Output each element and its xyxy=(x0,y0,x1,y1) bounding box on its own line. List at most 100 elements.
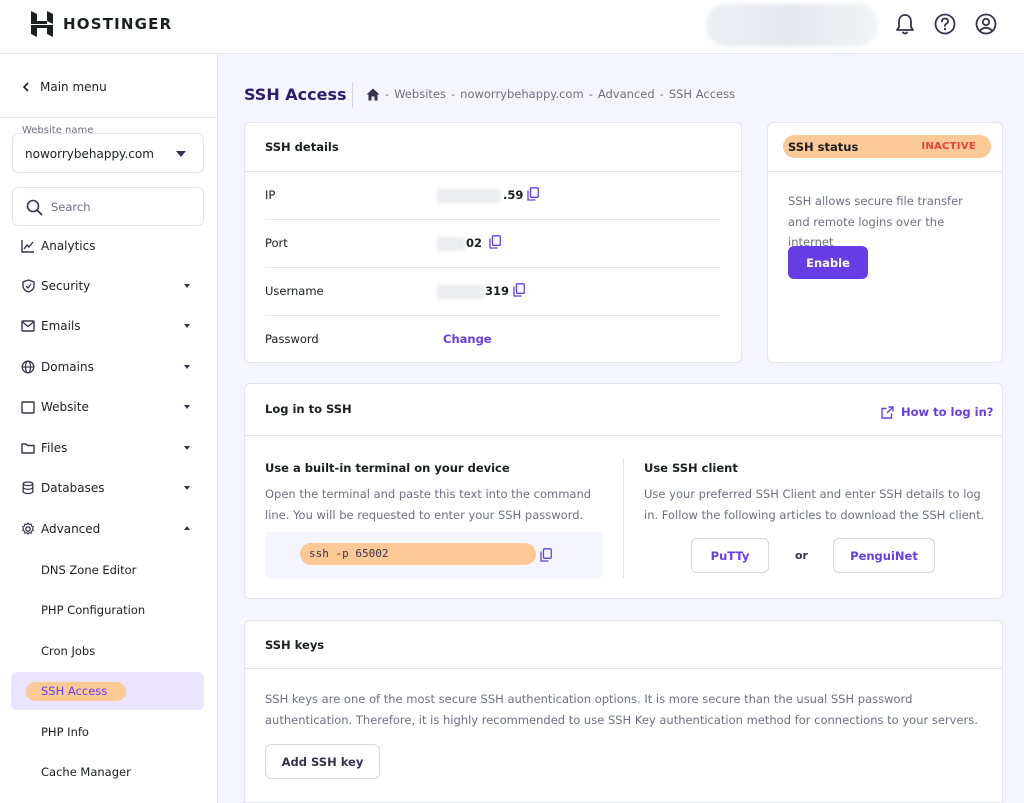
breadcrumb-item[interactable]: Websites xyxy=(394,87,446,101)
row-divider xyxy=(265,219,720,220)
breadcrumb-item-current: SSH Access xyxy=(668,87,736,101)
breadcrumb: - Websites - noworrybehappy.com - Advanc… xyxy=(366,87,735,101)
command-box: ssh -p 65002 xyxy=(265,532,603,578)
top-bar: HOSTINGER xyxy=(0,0,1024,54)
gear-icon xyxy=(21,522,35,536)
globe-icon xyxy=(21,360,35,374)
folder-icon xyxy=(21,441,35,455)
profile-icon[interactable] xyxy=(974,12,998,36)
username-redacted xyxy=(437,285,485,299)
terminal-description: Open the terminal and paste this text in… xyxy=(265,487,592,522)
website-select-value: noworrybehappy.com xyxy=(25,147,154,161)
search-icon xyxy=(26,199,43,216)
copy-icon[interactable] xyxy=(513,283,525,297)
port-label: Port xyxy=(265,236,288,250)
ssh-keys-title: SSH keys xyxy=(265,638,325,652)
search-box[interactable] xyxy=(12,187,204,226)
caret-down-icon xyxy=(184,486,190,490)
ssh-status-card: SSH status INACTIVE SSH allows secure fi… xyxy=(767,122,1003,363)
card-divider xyxy=(245,171,741,172)
sidebar-item-domains[interactable]: Domains xyxy=(11,348,204,386)
enable-button[interactable]: Enable xyxy=(788,246,868,279)
sidebar-subitem-label: SSH Access xyxy=(41,684,108,698)
bell-icon[interactable] xyxy=(893,12,917,36)
sidebar-item-label: Files xyxy=(41,441,68,455)
breadcrumb-separator: - xyxy=(588,87,593,101)
sidebar-subitem-ssh-access[interactable]: SSH Access xyxy=(11,672,204,710)
external-link-icon xyxy=(881,405,894,419)
username-label: Username xyxy=(265,284,324,298)
sidebar: Main menu Website name noworrybehappy.co… xyxy=(0,54,218,803)
page-title: SSH Access xyxy=(244,85,347,104)
ip-label: IP xyxy=(265,188,276,202)
search-input[interactable] xyxy=(51,198,191,216)
copy-icon[interactable] xyxy=(540,548,552,562)
ssh-client-description: Use your preferred SSH Client and enter … xyxy=(644,487,985,522)
penguinet-button[interactable]: PenguiNet xyxy=(833,538,935,573)
change-password-link[interactable]: Change xyxy=(443,332,492,346)
ssh-status-title: SSH status xyxy=(788,140,859,154)
login-ssh-card: Log in to SSH How to log in? Use a built… xyxy=(244,383,1003,599)
column-divider xyxy=(623,458,624,578)
copy-icon[interactable] xyxy=(527,187,539,201)
database-icon xyxy=(21,481,35,495)
website-select[interactable]: noworrybehappy.com xyxy=(12,133,204,173)
sidebar-item-security[interactable]: Security xyxy=(11,267,204,305)
caret-down-icon xyxy=(184,324,190,328)
username-value: 319 xyxy=(485,284,510,298)
sidebar-subitem-cron-jobs[interactable]: Cron Jobs xyxy=(11,632,204,670)
sidebar-item-label: Security xyxy=(41,279,91,293)
ssh-command: ssh -p 65002 xyxy=(309,547,389,560)
add-ssh-key-button[interactable]: Add SSH key xyxy=(265,744,380,779)
sidebar-item-label: Website xyxy=(41,400,89,414)
home-icon[interactable] xyxy=(366,88,380,101)
sidebar-divider xyxy=(0,117,217,118)
caret-down-icon xyxy=(184,284,190,288)
sidebar-subitem-label: PHP Info xyxy=(41,725,89,739)
browser-window-icon xyxy=(21,400,35,414)
terminal-heading: Use a built-in terminal on your device xyxy=(265,461,510,475)
sidebar-subitem-label: PHP Configuration xyxy=(41,603,146,617)
analytics-icon xyxy=(21,239,35,253)
sidebar-subitem-dns-zone-editor[interactable]: DNS Zone Editor xyxy=(11,551,204,589)
putty-button[interactable]: PuTTy xyxy=(691,538,769,573)
shield-icon xyxy=(21,279,35,293)
ssh-details-title: SSH details xyxy=(265,140,339,154)
how-to-login-link[interactable]: How to log in? xyxy=(881,405,993,419)
sidebar-item-emails[interactable]: Emails xyxy=(11,307,204,345)
breadcrumb-item[interactable]: noworrybehappy.com xyxy=(460,87,584,101)
copy-icon[interactable] xyxy=(489,235,501,249)
card-divider xyxy=(768,171,1002,172)
caret-down-icon xyxy=(184,365,190,369)
hostinger-logo-icon xyxy=(31,11,53,37)
sidebar-subitem-label: Cache Manager xyxy=(41,765,131,779)
chevron-left-icon xyxy=(22,82,29,92)
ssh-status-description: SSH allows secure file transfer and remo… xyxy=(788,194,963,249)
ssh-keys-card: SSH keys SSH keys are one of the most se… xyxy=(244,620,1003,803)
title-divider xyxy=(352,82,353,108)
password-label: Password xyxy=(265,332,319,346)
sidebar-item-databases[interactable]: Databases xyxy=(11,469,204,507)
main-menu-label: Main menu xyxy=(40,80,107,94)
card-divider xyxy=(245,435,1002,436)
sidebar-item-analytics[interactable]: Analytics xyxy=(11,227,204,265)
sidebar-item-advanced[interactable]: Advanced xyxy=(11,510,204,548)
main-menu-link[interactable]: Main menu xyxy=(22,80,107,94)
ssh-details-card: SSH details IP .59 Port 02 Username 319 … xyxy=(244,122,742,363)
breadcrumb-item[interactable]: Advanced xyxy=(598,87,655,101)
sidebar-subitem-cache-manager[interactable]: Cache Manager xyxy=(11,753,204,791)
how-to-login-label: How to log in? xyxy=(901,405,994,419)
port-redacted xyxy=(437,237,465,251)
ssh-keys-description: SSH keys are one of the most secure SSH … xyxy=(265,692,978,727)
brand-logo[interactable]: HOSTINGER xyxy=(30,11,172,37)
help-icon[interactable] xyxy=(933,12,957,36)
sidebar-subitem-php-info[interactable]: PHP Info xyxy=(11,713,204,751)
caret-up-icon xyxy=(184,526,190,530)
sidebar-subitem-label: Cron Jobs xyxy=(41,644,96,658)
sidebar-item-website[interactable]: Website xyxy=(11,388,204,426)
ssh-client-heading: Use SSH client xyxy=(644,461,738,475)
breadcrumb-separator: - xyxy=(385,87,390,101)
status-badge: INACTIVE xyxy=(921,141,976,152)
sidebar-item-files[interactable]: Files xyxy=(11,429,204,467)
sidebar-subitem-php-configuration[interactable]: PHP Configuration xyxy=(11,591,204,629)
